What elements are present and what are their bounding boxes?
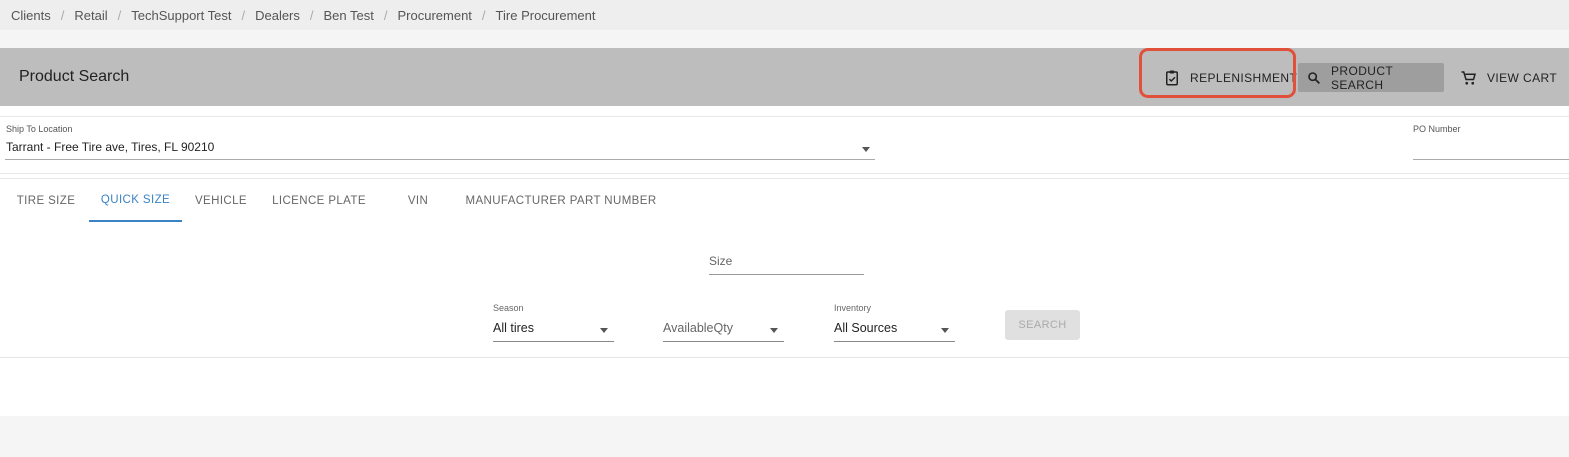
cart-icon bbox=[1461, 70, 1476, 85]
page-footer-area bbox=[0, 416, 1569, 457]
tab-quick-size[interactable]: QUICK SIZE bbox=[89, 179, 182, 222]
breadcrumb-procurement[interactable]: Procurement bbox=[398, 8, 472, 23]
availability-select[interactable]: AvailableQty bbox=[663, 321, 733, 335]
location-row: Ship To Location Tarrant - Free Tire ave… bbox=[0, 116, 1569, 174]
chevron-down-icon[interactable] bbox=[941, 328, 949, 333]
product-search-button[interactable]: PRODUCT SEARCH bbox=[1298, 63, 1444, 92]
breadcrumb-retail[interactable]: Retail bbox=[74, 8, 107, 23]
season-label: Season bbox=[493, 303, 524, 313]
po-number-label: PO Number bbox=[1413, 124, 1461, 134]
breadcrumb-ben-test[interactable]: Ben Test bbox=[324, 8, 374, 23]
chevron-down-icon[interactable] bbox=[600, 328, 608, 333]
breadcrumb-dealers[interactable]: Dealers bbox=[255, 8, 300, 23]
replenishment-highlight-box bbox=[1139, 48, 1296, 98]
chevron-down-icon[interactable] bbox=[770, 328, 778, 333]
search-icon bbox=[1308, 71, 1320, 84]
tab-vehicle[interactable]: VEHICLE bbox=[190, 179, 252, 222]
divider bbox=[0, 357, 1569, 358]
tab-licence-plate[interactable]: LICENCE PLATE bbox=[266, 179, 372, 222]
breadcrumb-separator: / bbox=[383, 7, 388, 23]
season-underline bbox=[493, 341, 614, 342]
ship-to-label: Ship To Location bbox=[6, 124, 73, 134]
tab-tire-size[interactable]: TIRE SIZE bbox=[10, 179, 82, 222]
breadcrumb-separator: / bbox=[117, 7, 122, 23]
po-number-input[interactable] bbox=[1413, 159, 1569, 160]
main-panel: Ship To Location Tarrant - Free Tire ave… bbox=[0, 106, 1569, 416]
ship-to-underline bbox=[5, 159, 875, 160]
search-tabs: TIRE SIZE QUICK SIZE VEHICLE LICENCE PLA… bbox=[0, 178, 1569, 222]
view-cart-label: VIEW CART bbox=[1487, 70, 1558, 85]
tab-manufacturer-part-number[interactable]: MANUFACTURER PART NUMBER bbox=[462, 179, 660, 222]
view-cart-button[interactable]: VIEW CART bbox=[1452, 63, 1565, 92]
size-input[interactable]: Size bbox=[709, 254, 732, 268]
breadcrumb-techsupport-test[interactable]: TechSupport Test bbox=[131, 8, 231, 23]
size-underline bbox=[709, 274, 864, 275]
inventory-underline bbox=[834, 341, 955, 342]
availability-underline bbox=[663, 341, 784, 342]
tab-vin[interactable]: VIN bbox=[395, 179, 441, 222]
breadcrumb-separator: / bbox=[309, 7, 314, 23]
breadcrumb: Clients / Retail / TechSupport Test / De… bbox=[0, 0, 1569, 30]
product-search-label: PRODUCT SEARCH bbox=[1331, 63, 1393, 92]
ship-to-select[interactable]: Tarrant - Free Tire ave, Tires, FL 90210 bbox=[6, 140, 214, 154]
breadcrumb-tire-procurement: Tire Procurement bbox=[495, 7, 596, 23]
page-title: Product Search bbox=[19, 68, 130, 85]
breadcrumb-separator: / bbox=[481, 7, 486, 23]
chevron-down-icon[interactable] bbox=[862, 147, 870, 152]
breadcrumb-separator: / bbox=[241, 7, 246, 23]
breadcrumb-clients[interactable]: Clients bbox=[11, 8, 51, 23]
breadcrumb-separator: / bbox=[60, 7, 65, 23]
inventory-label: Inventory bbox=[834, 303, 872, 313]
inventory-select[interactable]: All Sources bbox=[834, 321, 897, 335]
season-select[interactable]: All tires bbox=[493, 321, 534, 335]
spacer bbox=[0, 30, 1569, 48]
search-button[interactable]: SEARCH bbox=[1005, 310, 1080, 340]
page-header: Product Search REPLENISHMENT PRODUCT SEA… bbox=[0, 48, 1569, 106]
